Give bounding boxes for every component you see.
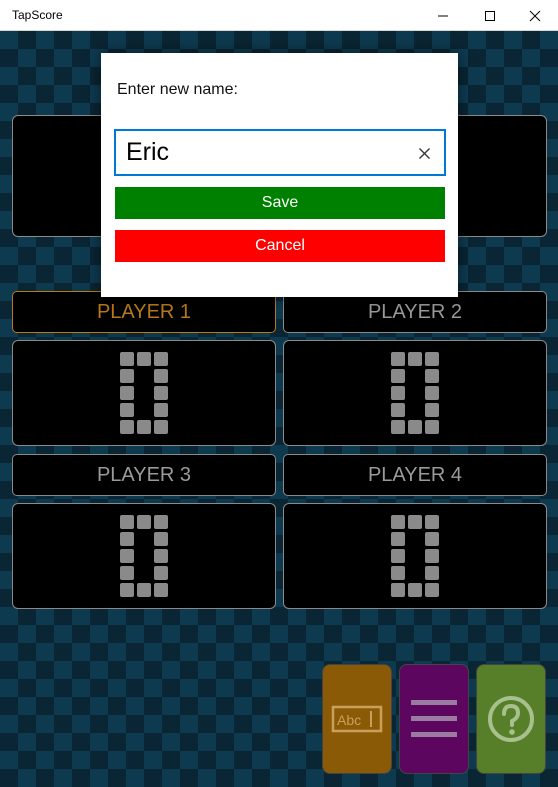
digit-block bbox=[154, 566, 168, 580]
menu-button[interactable] bbox=[399, 664, 469, 774]
digit-block bbox=[154, 352, 168, 366]
player-3-score-panel[interactable] bbox=[12, 503, 276, 609]
player-4-score-digit bbox=[391, 515, 441, 599]
digit-block bbox=[391, 352, 405, 366]
player-1-score-panel[interactable] bbox=[12, 340, 276, 446]
digit-block bbox=[425, 549, 439, 563]
digit-block bbox=[137, 420, 151, 434]
digit-block bbox=[154, 369, 168, 383]
abc-rename-icon: Abc bbox=[331, 705, 383, 733]
clear-input-button[interactable] bbox=[414, 143, 434, 163]
digit-block bbox=[154, 420, 168, 434]
digit-block bbox=[120, 420, 134, 434]
player-4-name-button[interactable]: PLAYER 4 bbox=[283, 454, 547, 496]
svg-text:Abc: Abc bbox=[337, 712, 361, 728]
digit-block bbox=[408, 515, 422, 529]
top-left-panel bbox=[12, 115, 107, 237]
digit-block bbox=[425, 566, 439, 580]
hamburger-menu-icon bbox=[411, 700, 457, 737]
digit-block bbox=[120, 403, 134, 417]
digit-block bbox=[154, 386, 168, 400]
digit-block bbox=[408, 583, 422, 597]
maximize-button[interactable] bbox=[467, 0, 513, 31]
digit-block bbox=[120, 532, 134, 546]
digit-block bbox=[120, 369, 134, 383]
help-button[interactable] bbox=[476, 664, 546, 774]
digit-block bbox=[425, 583, 439, 597]
maximize-icon bbox=[485, 10, 495, 21]
question-help-icon bbox=[488, 696, 534, 742]
digit-block bbox=[120, 566, 134, 580]
digit-block bbox=[391, 566, 405, 580]
top-right-panel bbox=[452, 115, 547, 237]
dialog-prompt: Enter new name: bbox=[117, 81, 238, 98]
player-3-score-digit bbox=[120, 515, 170, 599]
digit-block bbox=[154, 549, 168, 563]
player-2-score-digit bbox=[391, 352, 441, 436]
player-2-score-panel[interactable] bbox=[283, 340, 547, 446]
player-1-score-digit bbox=[120, 352, 170, 436]
rename-button[interactable]: Abc bbox=[322, 664, 392, 774]
minimize-icon bbox=[438, 15, 448, 16]
digit-block bbox=[154, 532, 168, 546]
digit-block bbox=[120, 386, 134, 400]
close-icon bbox=[529, 10, 541, 21]
digit-block bbox=[425, 369, 439, 383]
player-2-name-button[interactable]: PLAYER 2 bbox=[283, 291, 547, 333]
digit-block bbox=[154, 583, 168, 597]
digit-block bbox=[408, 352, 422, 366]
digit-block bbox=[120, 583, 134, 597]
window-title: TapScore bbox=[12, 8, 63, 22]
digit-block bbox=[120, 352, 134, 366]
digit-block bbox=[391, 532, 405, 546]
digit-block bbox=[408, 420, 422, 434]
close-button[interactable] bbox=[512, 0, 558, 31]
minimize-button[interactable] bbox=[420, 0, 466, 31]
player-1-name-button[interactable]: PLAYER 1 bbox=[12, 291, 276, 333]
digit-block bbox=[120, 515, 134, 529]
digit-block bbox=[391, 386, 405, 400]
name-input-container bbox=[114, 129, 446, 176]
digit-block bbox=[391, 515, 405, 529]
digit-block bbox=[391, 369, 405, 383]
player-4-score-panel[interactable] bbox=[283, 503, 547, 609]
save-button[interactable]: Save bbox=[115, 187, 445, 219]
digit-block bbox=[425, 420, 439, 434]
digit-block bbox=[120, 549, 134, 563]
digit-block bbox=[154, 515, 168, 529]
player-3-name-button[interactable]: PLAYER 3 bbox=[12, 454, 276, 496]
digit-block bbox=[425, 515, 439, 529]
digit-block bbox=[391, 583, 405, 597]
digit-block bbox=[425, 403, 439, 417]
digit-block bbox=[137, 583, 151, 597]
digit-block bbox=[137, 515, 151, 529]
rename-dialog: Enter new name: Save Cancel bbox=[101, 53, 458, 297]
digit-block bbox=[425, 352, 439, 366]
digit-block bbox=[425, 386, 439, 400]
window-titlebar: TapScore bbox=[0, 0, 558, 31]
name-input[interactable] bbox=[126, 135, 406, 170]
digit-block bbox=[391, 403, 405, 417]
digit-block bbox=[391, 549, 405, 563]
clear-x-icon bbox=[418, 147, 430, 159]
digit-block bbox=[425, 532, 439, 546]
digit-block bbox=[391, 420, 405, 434]
digit-block bbox=[154, 403, 168, 417]
digit-block bbox=[137, 352, 151, 366]
cancel-button[interactable]: Cancel bbox=[115, 230, 445, 262]
